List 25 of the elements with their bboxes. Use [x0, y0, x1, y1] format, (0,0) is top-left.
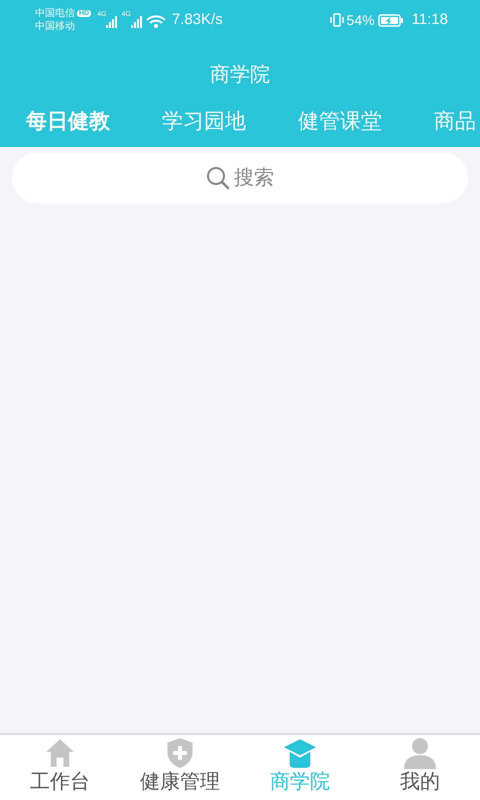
- network-speed: 7.83K/s: [172, 10, 223, 30]
- search-field[interactable]: 搜索: [12, 153, 468, 203]
- wifi-icon: [146, 14, 166, 28]
- category-tab[interactable]: 每日健教: [0, 108, 136, 135]
- page-title: 商学院: [210, 63, 270, 88]
- clock: 11:18: [412, 10, 448, 30]
- category-tab[interactable]: 健管课堂: [272, 108, 408, 135]
- carrier-name: 中国电信: [35, 8, 75, 18]
- nav-tab[interactable]: 商学院: [240, 735, 360, 800]
- carrier-name: 中国移动: [35, 22, 76, 32]
- house-icon: [44, 737, 76, 769]
- nav-tab[interactable]: 健康管理: [120, 735, 240, 800]
- graduation-cap-icon: [284, 737, 316, 769]
- signal-icon: [106, 16, 118, 28]
- category-tab[interactable]: 商品: [408, 108, 480, 135]
- search-placeholder: 搜索: [234, 166, 274, 191]
- signal-icon: [130, 16, 142, 28]
- search-icon: [206, 166, 230, 190]
- category-tab[interactable]: 学习园地: [136, 108, 272, 135]
- battery-icon: [378, 14, 404, 26]
- person-icon: [404, 737, 436, 769]
- nav-tab[interactable]: 工作台: [0, 735, 120, 800]
- battery-percent: 54%: [346, 10, 375, 30]
- vibrate-icon: [330, 13, 344, 27]
- nav-tab[interactable]: 我的: [360, 735, 480, 800]
